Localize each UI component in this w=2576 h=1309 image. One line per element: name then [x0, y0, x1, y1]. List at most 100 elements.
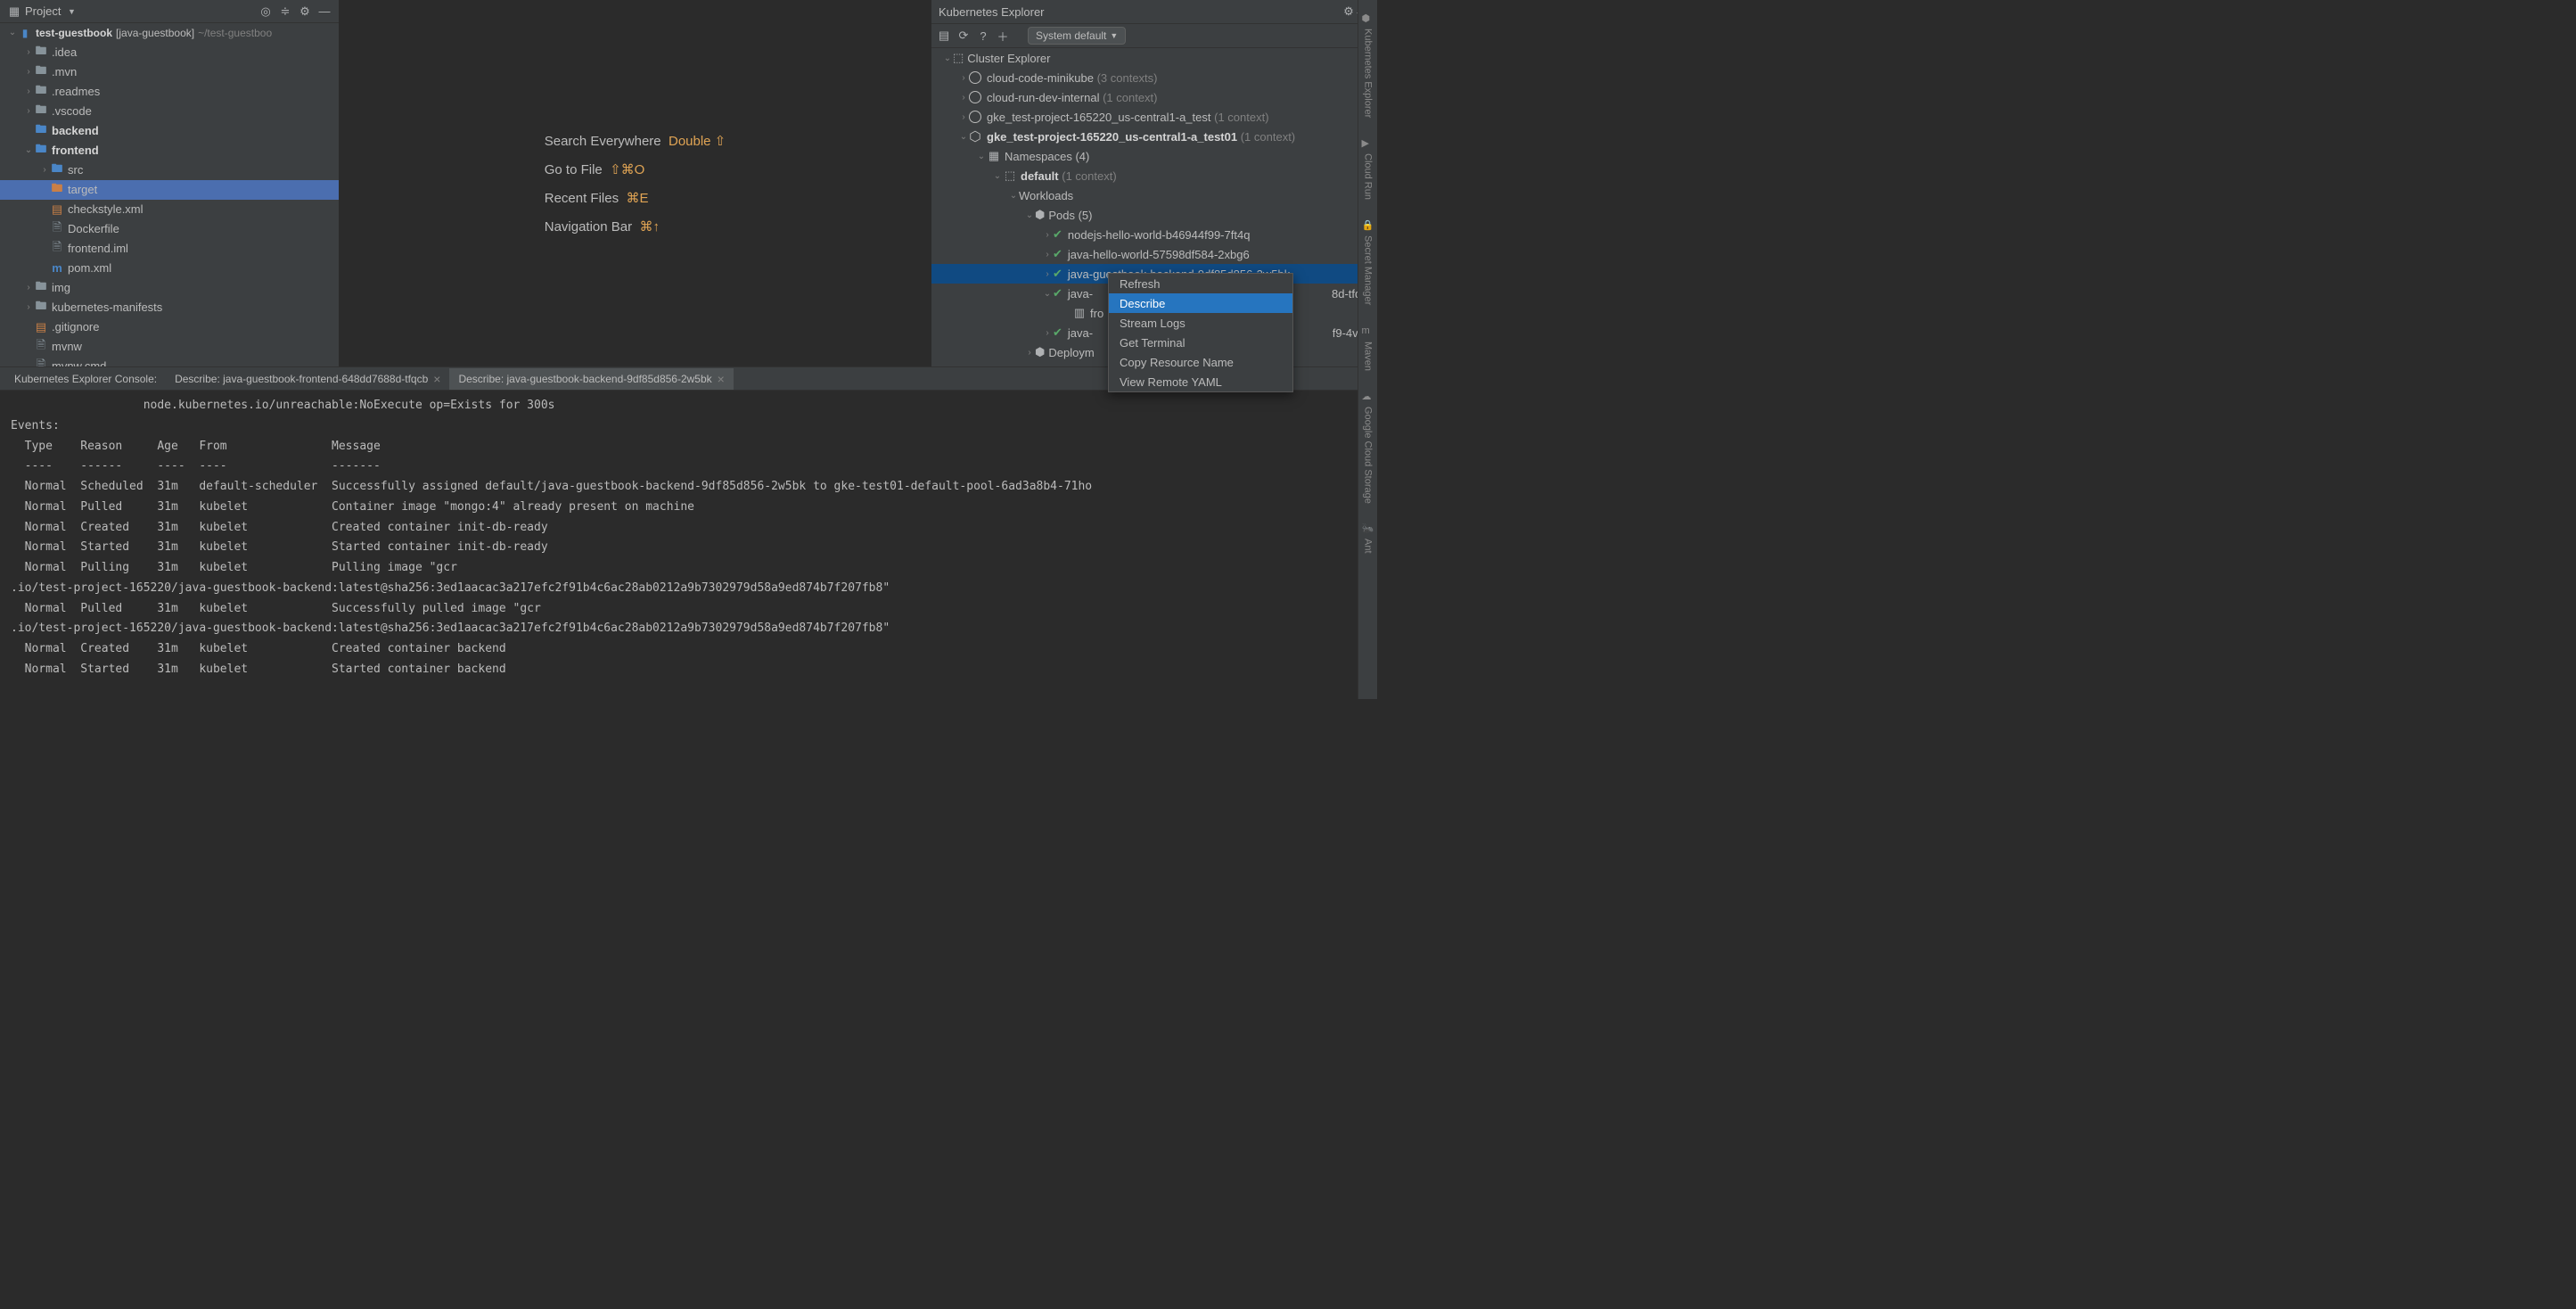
- k8s-tree-row[interactable]: ⌄▦Namespaces (4): [931, 146, 1377, 166]
- tree-label: Dockerfile: [68, 222, 119, 235]
- right-tool-tab[interactable]: ▶Cloud Run: [1360, 132, 1376, 205]
- right-tool-strip: ⬢Kubernetes Explorer ▶Cloud Run 🔒Secret Ma…: [1358, 0, 1377, 699]
- help-icon[interactable]: ?: [976, 29, 990, 43]
- status-ok-icon: ✔: [1053, 267, 1062, 281]
- k8s-tree-row[interactable]: ⌄⬚Cluster Explorer: [931, 48, 1377, 68]
- tree-row[interactable]: ›🖿 .idea: [0, 43, 339, 62]
- console-output[interactable]: node.kubernetes.io/unreachable:NoExecute…: [0, 391, 1377, 699]
- tree-label: .mvn: [52, 65, 77, 78]
- k8s-tree-row[interactable]: ›✔nodejs-hello-world-b46944f99-7ft4q: [931, 225, 1377, 244]
- hint-label: Go to File: [545, 162, 603, 177]
- project-panel-header: ▦ Project ▼ ◎ ≑ ⚙ —: [0, 0, 339, 23]
- tree-row[interactable]: 🖿backend: [0, 121, 339, 141]
- k8s-tree-row[interactable]: ⌄⬚default (1 context): [931, 166, 1377, 185]
- project-panel-title[interactable]: Project: [25, 4, 61, 18]
- gear-icon[interactable]: ⚙: [1341, 4, 1356, 19]
- k8s-tree-row[interactable]: ⌄Workloads: [931, 185, 1377, 205]
- context-menu-item[interactable]: View Remote YAML: [1109, 372, 1292, 391]
- hint-shortcut: Double ⇧: [669, 134, 726, 149]
- folder-icon: 🖿: [34, 121, 48, 141]
- open-editor-icon[interactable]: ▤: [937, 29, 951, 43]
- context-menu-item[interactable]: Copy Resource Name: [1109, 352, 1292, 372]
- tree-row[interactable]: 🗎mvnw: [0, 337, 339, 357]
- file-icon: 🗎: [50, 239, 64, 259]
- tree-label: mvnw: [52, 340, 82, 353]
- tree-row[interactable]: ›🖿.readmes: [0, 82, 339, 102]
- tree-row[interactable]: ›🖿kubernetes-manifests: [0, 298, 339, 317]
- refresh-icon[interactable]: ⟳: [956, 29, 971, 43]
- tree-row[interactable]: ⌄🖿frontend: [0, 141, 339, 161]
- tree-label: checkstyle.xml: [68, 202, 144, 216]
- tree-row[interactable]: ›🖿.vscode: [0, 102, 339, 121]
- k8s-tree-row[interactable]: ›cloud-run-dev-internal (1 context): [931, 87, 1377, 107]
- editor-empty-area: Search Everywhere Double ⇧Go to File ⇧⌘O…: [339, 0, 931, 366]
- right-tool-tab[interactable]: ☁Google Cloud Storage: [1360, 385, 1376, 509]
- tree-row[interactable]: 🖿target: [0, 180, 339, 200]
- expand-arrow-icon[interactable]: ›: [23, 106, 34, 116]
- right-tool-tab[interactable]: ⬢Kubernetes Explorer: [1360, 7, 1376, 123]
- k8s-tree-row[interactable]: ›gke_test-project-165220_us-central1-a_t…: [931, 107, 1377, 127]
- cluster-icon: [969, 71, 981, 84]
- tree-row[interactable]: mpom.xml: [0, 259, 339, 278]
- project-tree[interactable]: ›🖿.idea›🖿.mvn›🖿.readmes›🖿.vscode🖿backend…: [0, 43, 339, 366]
- folder-icon: 🖿: [34, 43, 48, 62]
- tree-label: frontend: [52, 144, 99, 157]
- select-opened-icon[interactable]: ◎: [258, 4, 273, 19]
- folder-icon: 🖿: [34, 62, 48, 82]
- console-tab[interactable]: Describe: java-guestbook-frontend-648dd7…: [166, 368, 449, 390]
- kubernetes-explorer-panel: Kubernetes Explorer ⚙ — ▤ ⟳ ? ＋ System d…: [931, 0, 1377, 366]
- expand-all-icon[interactable]: ≑: [278, 4, 292, 19]
- console-tab[interactable]: Describe: java-guestbook-backend-9df85d8…: [449, 368, 733, 390]
- expand-arrow-icon[interactable]: ⌄: [23, 145, 34, 155]
- tree-label: target: [68, 183, 97, 196]
- project-root-name[interactable]: test-guestbook: [36, 27, 112, 39]
- tree-label: .idea: [52, 45, 77, 59]
- expand-arrow-icon[interactable]: ›: [23, 67, 34, 77]
- tree-row[interactable]: ▤.gitignore: [0, 317, 339, 337]
- folder-icon: 🖿: [34, 82, 48, 102]
- tree-row[interactable]: 🗎mvnw.cmd: [0, 357, 339, 366]
- context-menu-item[interactable]: Stream Logs: [1109, 313, 1292, 333]
- expand-arrow-icon[interactable]: ›: [23, 47, 34, 57]
- expand-arrow-icon[interactable]: ⌄: [7, 28, 18, 37]
- pod-context-menu: RefreshDescribeStream LogsGet TerminalCo…: [1108, 273, 1293, 392]
- right-tool-tab[interactable]: mMaven: [1360, 320, 1376, 376]
- tree-row[interactable]: 🗎frontend.iml: [0, 239, 339, 259]
- tree-row[interactable]: ›🖿img: [0, 278, 339, 298]
- cluster-icon: [969, 111, 981, 123]
- expand-arrow-icon[interactable]: ›: [39, 165, 50, 175]
- expand-arrow-icon[interactable]: ›: [23, 86, 34, 96]
- k8s-tree-row[interactable]: ›✔java-hello-world-57598df584-2xbg6: [931, 244, 1377, 264]
- k8s-tree-row[interactable]: ⌄⬢Pods (5): [931, 205, 1377, 225]
- expand-arrow-icon[interactable]: ›: [23, 302, 34, 312]
- status-ok-icon: ✔: [1053, 247, 1062, 261]
- bottom-tool-window: Kubernetes Explorer Console:Describe: ja…: [0, 366, 1377, 699]
- right-tool-tab[interactable]: 🐜Ant: [1360, 517, 1376, 559]
- tree-row[interactable]: ›🖿 .mvn: [0, 62, 339, 82]
- minimize-icon[interactable]: —: [317, 4, 332, 19]
- k8s-tree-row[interactable]: ⌄gke_test-project-165220_us-central1-a_t…: [931, 127, 1377, 146]
- close-icon[interactable]: ×: [433, 372, 440, 386]
- gear-icon[interactable]: ⚙: [298, 4, 312, 19]
- hint-label: Navigation Bar: [545, 219, 632, 235]
- tool-label: Google Cloud Storage: [1363, 407, 1374, 504]
- context-menu-item[interactable]: Describe: [1109, 293, 1292, 313]
- right-tool-tab[interactable]: 🔒Secret Manager: [1360, 214, 1376, 310]
- container-icon: ▥: [1072, 306, 1087, 320]
- tree-row[interactable]: 🗎Dockerfile: [0, 219, 339, 239]
- tree-row[interactable]: ›🖿src: [0, 161, 339, 180]
- tree-row[interactable]: ▤checkstyle.xml: [0, 200, 339, 219]
- k8s-tree-row[interactable]: ›cloud-code-minikube (3 contexts): [931, 68, 1377, 87]
- project-panel: ▦ Project ▼ ◎ ≑ ⚙ — ⌄ ▮ test-guestbook […: [0, 0, 339, 366]
- dropdown-arrow-icon[interactable]: ▼: [64, 4, 78, 19]
- console-tab[interactable]: Kubernetes Explorer Console:: [5, 369, 166, 389]
- context-menu-item[interactable]: Get Terminal: [1109, 333, 1292, 352]
- context-filter-dropdown[interactable]: System default ▼: [1028, 27, 1126, 45]
- file-icon: 🗎: [34, 357, 48, 366]
- expand-arrow-icon[interactable]: ›: [23, 283, 34, 292]
- close-icon[interactable]: ×: [718, 372, 725, 386]
- add-icon[interactable]: ＋: [996, 29, 1010, 43]
- context-menu-item[interactable]: Refresh: [1109, 274, 1292, 293]
- pod-name: java-hello-world-57598df584-2xbg6: [1068, 248, 1250, 261]
- cluster-context: (1 context): [1241, 130, 1295, 144]
